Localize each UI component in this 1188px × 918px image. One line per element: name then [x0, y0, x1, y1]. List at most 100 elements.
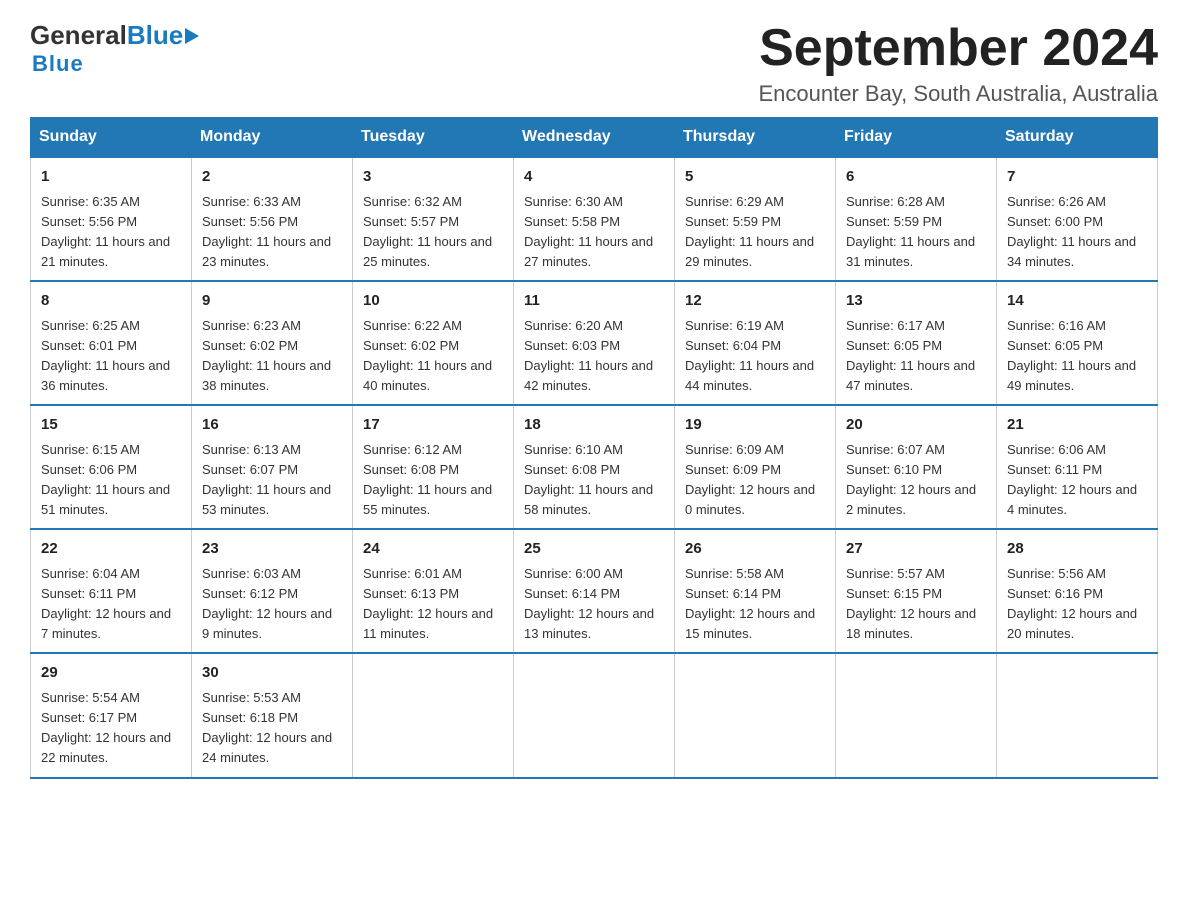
- day-info: Sunrise: 6:29 AMSunset: 5:59 PMDaylight:…: [685, 194, 814, 269]
- table-row: 6Sunrise: 6:28 AMSunset: 5:59 PMDaylight…: [836, 157, 997, 281]
- table-row: 28 Sunrise: 5:56 AMSunset: 6:16 PMDayligh…: [997, 529, 1158, 653]
- day-info: Sunrise: 6:10 AMSunset: 6:08 PMDaylight:…: [524, 442, 653, 517]
- table-row: 17Sunrise: 6:12 AMSunset: 6:08 PMDayligh…: [353, 405, 514, 529]
- table-row: 21Sunrise: 6:06 AMSunset: 6:11 PMDayligh…: [997, 405, 1158, 529]
- calendar-week-row: 8 Sunrise: 6:25 AMSunset: 6:01 PMDaylight…: [31, 281, 1158, 405]
- day-number: 7: [1007, 166, 1147, 189]
- title-area: September 2024 Encounter Bay, South Aust…: [759, 20, 1159, 107]
- day-number: 30: [202, 662, 342, 685]
- day-info: Sunrise: 5:54 AMSunset: 6:17 PMDaylight:…: [41, 690, 171, 765]
- table-row: [997, 653, 1158, 777]
- day-number: 24: [363, 538, 503, 561]
- calendar-week-row: 15 Sunrise: 6:15 AMSunset: 6:06 PMDayligh…: [31, 405, 1158, 529]
- day-info: Sunrise: 6:19 AMSunset: 6:04 PMDaylight:…: [685, 318, 814, 393]
- day-info: Sunrise: 5:53 AMSunset: 6:18 PMDaylight:…: [202, 690, 332, 765]
- table-row: 10Sunrise: 6:22 AMSunset: 6:02 PMDayligh…: [353, 281, 514, 405]
- calendar-week-row: 29 Sunrise: 5:54 AMSunset: 6:17 PMDayligh…: [31, 653, 1158, 777]
- logo-general: General: [30, 20, 127, 51]
- table-row: 20 Sunrise: 6:07 AMSunset: 6:10 PMDayligh…: [836, 405, 997, 529]
- day-number: 25: [524, 538, 664, 561]
- day-number: 13: [846, 290, 986, 313]
- table-row: 16 Sunrise: 6:13 AMSunset: 6:07 PMDayligh…: [192, 405, 353, 529]
- day-number: 1: [41, 166, 181, 189]
- table-row: 11 Sunrise: 6:20 AMSunset: 6:03 PMDayligh…: [514, 281, 675, 405]
- day-info: Sunrise: 6:06 AMSunset: 6:11 PMDaylight:…: [1007, 442, 1137, 517]
- day-info: Sunrise: 6:15 AMSunset: 6:06 PMDaylight:…: [41, 442, 170, 517]
- day-number: 19: [685, 414, 825, 437]
- table-row: 18 Sunrise: 6:10 AMSunset: 6:08 PMDayligh…: [514, 405, 675, 529]
- table-row: 12Sunrise: 6:19 AMSunset: 6:04 PMDayligh…: [675, 281, 836, 405]
- col-wednesday: Wednesday: [514, 118, 675, 158]
- day-number: 15: [41, 414, 181, 437]
- col-saturday: Saturday: [997, 118, 1158, 158]
- table-row: 2 Sunrise: 6:33 AMSunset: 5:56 PMDaylight…: [192, 157, 353, 281]
- day-number: 27: [846, 538, 986, 561]
- calendar-table: Sunday Monday Tuesday Wednesday Thursday…: [30, 117, 1158, 778]
- day-info: Sunrise: 6:25 AMSunset: 6:01 PMDaylight:…: [41, 318, 170, 393]
- table-row: 7Sunrise: 6:26 AMSunset: 6:00 PMDaylight…: [997, 157, 1158, 281]
- table-row: 13 Sunrise: 6:17 AMSunset: 6:05 PMDayligh…: [836, 281, 997, 405]
- day-number: 29: [41, 662, 181, 685]
- day-info: Sunrise: 6:20 AMSunset: 6:03 PMDaylight:…: [524, 318, 653, 393]
- day-info: Sunrise: 6:00 AMSunset: 6:14 PMDaylight:…: [524, 566, 654, 641]
- logo: General Blue Blue: [30, 20, 199, 77]
- col-sunday: Sunday: [31, 118, 192, 158]
- logo-blue-text: Blue: [127, 20, 183, 51]
- logo-blue: Blue: [127, 20, 199, 51]
- day-info: Sunrise: 5:56 AMSunset: 6:16 PMDaylight:…: [1007, 566, 1137, 641]
- table-row: 30 Sunrise: 5:53 AMSunset: 6:18 PMDayligh…: [192, 653, 353, 777]
- day-info: Sunrise: 6:33 AMSunset: 5:56 PMDaylight:…: [202, 194, 331, 269]
- day-info: Sunrise: 6:01 AMSunset: 6:13 PMDaylight:…: [363, 566, 493, 641]
- table-row: 3Sunrise: 6:32 AMSunset: 5:57 PMDaylight…: [353, 157, 514, 281]
- day-number: 20: [846, 414, 986, 437]
- table-row: 24 Sunrise: 6:01 AMSunset: 6:13 PMDayligh…: [353, 529, 514, 653]
- table-row: 25 Sunrise: 6:00 AMSunset: 6:14 PMDayligh…: [514, 529, 675, 653]
- table-row: 29 Sunrise: 5:54 AMSunset: 6:17 PMDayligh…: [31, 653, 192, 777]
- table-row: [836, 653, 997, 777]
- day-number: 18: [524, 414, 664, 437]
- table-row: 23 Sunrise: 6:03 AMSunset: 6:12 PMDayligh…: [192, 529, 353, 653]
- table-row: [514, 653, 675, 777]
- day-info: Sunrise: 6:32 AMSunset: 5:57 PMDaylight:…: [363, 194, 492, 269]
- page-header: General Blue Blue September 2024 Encount…: [30, 20, 1158, 107]
- day-info: Sunrise: 6:03 AMSunset: 6:12 PMDaylight:…: [202, 566, 332, 641]
- table-row: 19 Sunrise: 6:09 AMSunset: 6:09 PMDayligh…: [675, 405, 836, 529]
- day-info: Sunrise: 6:35 AMSunset: 5:56 PMDaylight:…: [41, 194, 170, 269]
- day-number: 2: [202, 166, 342, 189]
- day-number: 28: [1007, 538, 1147, 561]
- day-number: 5: [685, 166, 825, 189]
- day-info: Sunrise: 6:09 AMSunset: 6:09 PMDaylight:…: [685, 442, 815, 517]
- day-number: 17: [363, 414, 503, 437]
- day-info: Sunrise: 6:17 AMSunset: 6:05 PMDaylight:…: [846, 318, 975, 393]
- calendar-week-row: 22 Sunrise: 6:04 AMSunset: 6:11 PMDayligh…: [31, 529, 1158, 653]
- calendar-header-row: Sunday Monday Tuesday Wednesday Thursday…: [31, 118, 1158, 158]
- day-info: Sunrise: 6:04 AMSunset: 6:11 PMDaylight:…: [41, 566, 171, 641]
- logo-tagline: Blue: [32, 51, 84, 77]
- col-thursday: Thursday: [675, 118, 836, 158]
- table-row: 5 Sunrise: 6:29 AMSunset: 5:59 PMDaylight…: [675, 157, 836, 281]
- day-number: 4: [524, 166, 664, 189]
- day-info: Sunrise: 6:13 AMSunset: 6:07 PMDaylight:…: [202, 442, 331, 517]
- day-info: Sunrise: 5:58 AMSunset: 6:14 PMDaylight:…: [685, 566, 815, 641]
- col-friday: Friday: [836, 118, 997, 158]
- location: Encounter Bay, South Australia, Australi…: [759, 81, 1159, 107]
- day-info: Sunrise: 5:57 AMSunset: 6:15 PMDaylight:…: [846, 566, 976, 641]
- day-number: 23: [202, 538, 342, 561]
- day-info: Sunrise: 6:28 AMSunset: 5:59 PMDaylight:…: [846, 194, 975, 269]
- day-info: Sunrise: 6:16 AMSunset: 6:05 PMDaylight:…: [1007, 318, 1136, 393]
- table-row: 9Sunrise: 6:23 AMSunset: 6:02 PMDaylight…: [192, 281, 353, 405]
- day-number: 26: [685, 538, 825, 561]
- day-number: 16: [202, 414, 342, 437]
- day-info: Sunrise: 6:07 AMSunset: 6:10 PMDaylight:…: [846, 442, 976, 517]
- day-info: Sunrise: 6:22 AMSunset: 6:02 PMDaylight:…: [363, 318, 492, 393]
- table-row: [353, 653, 514, 777]
- day-number: 22: [41, 538, 181, 561]
- month-title: September 2024: [759, 20, 1159, 77]
- table-row: 14Sunrise: 6:16 AMSunset: 6:05 PMDayligh…: [997, 281, 1158, 405]
- logo-arrow-icon: [185, 28, 199, 44]
- table-row: 8 Sunrise: 6:25 AMSunset: 6:01 PMDaylight…: [31, 281, 192, 405]
- day-number: 8: [41, 290, 181, 313]
- table-row: 26 Sunrise: 5:58 AMSunset: 6:14 PMDayligh…: [675, 529, 836, 653]
- day-number: 11: [524, 290, 664, 313]
- day-info: Sunrise: 6:23 AMSunset: 6:02 PMDaylight:…: [202, 318, 331, 393]
